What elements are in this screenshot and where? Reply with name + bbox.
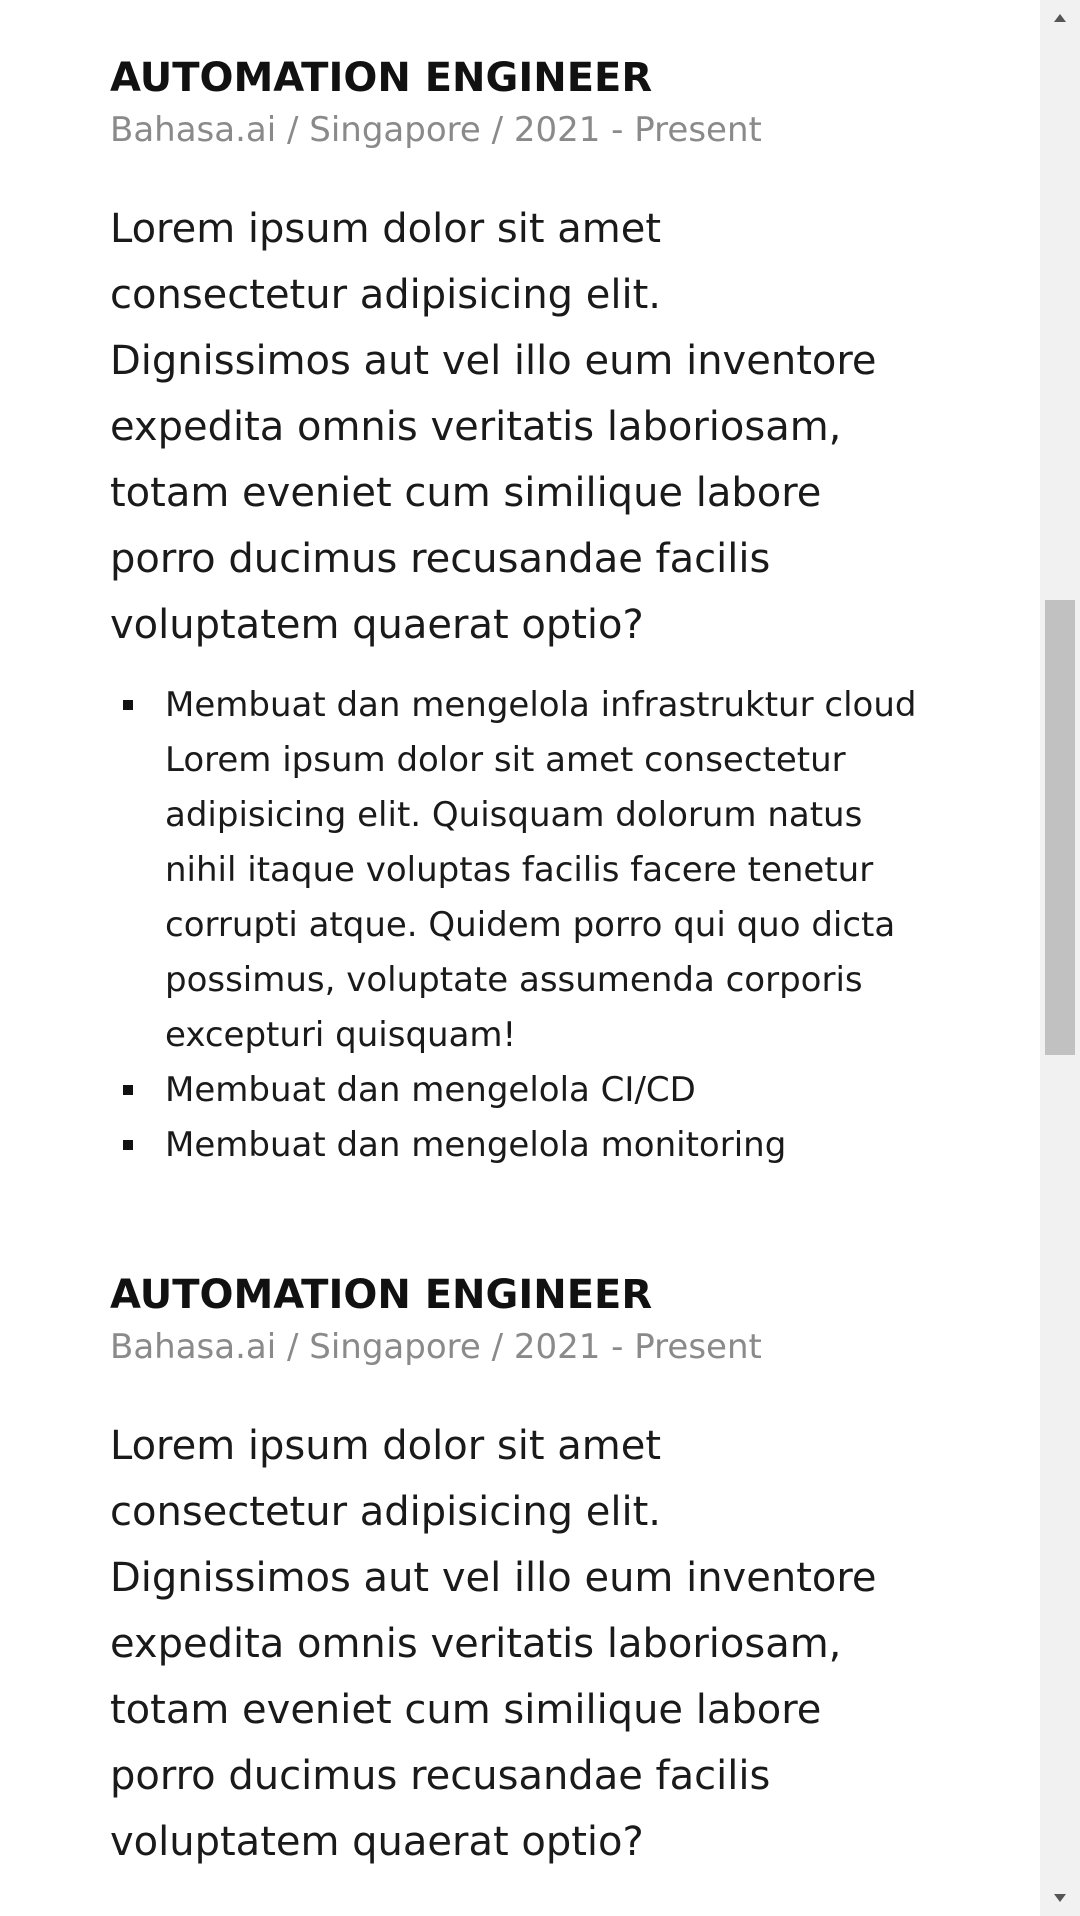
- job-meta: Bahasa.ai / Singapore / 2021 - Present: [110, 110, 762, 150]
- experience-entry: AUTOMATION ENGINEER Bahasa.ai / Singapor…: [110, 1265, 930, 1875]
- job-bullet: Membuat dan mengelola infrastruktur clou…: [123, 678, 930, 1063]
- job-bullet: Membuat dan mengelola CI/CD: [123, 1063, 930, 1118]
- vertical-scrollbar[interactable]: [1040, 0, 1080, 1916]
- job-meta: Bahasa.ai / Singapore / 2021 - Present: [110, 1327, 762, 1367]
- scroll-up-button[interactable]: [1040, 0, 1080, 34]
- triangle-down-icon: [1054, 1894, 1066, 1902]
- job-bullet-text: Membuat dan mengelola CI/CD: [165, 1070, 696, 1110]
- job-bullet-text: Membuat dan mengelola infrastruktur clou…: [165, 685, 917, 1055]
- bullet-dot-icon: [123, 1140, 133, 1150]
- job-bullet-text: Membuat dan mengelola monitoring: [165, 1125, 787, 1165]
- job-bullet: Membuat dan mengelola monitoring: [123, 1118, 930, 1173]
- job-title: AUTOMATION ENGINEER: [110, 1272, 653, 1318]
- scroll-content: AUTOMATION ENGINEER Bahasa.ai / Singapor…: [0, 0, 1040, 1916]
- bullet-dot-icon: [123, 700, 133, 710]
- scrollbar-thumb[interactable]: [1045, 600, 1075, 1055]
- job-title: AUTOMATION ENGINEER: [110, 55, 653, 101]
- bullet-dot-icon: [123, 1085, 133, 1095]
- job-description: Lorem ipsum dolor sit amet consectetur a…: [110, 206, 877, 648]
- job-bullet-list: Membuat dan mengelola infrastruktur clou…: [110, 678, 930, 1173]
- scroll-down-button[interactable]: [1040, 1882, 1080, 1916]
- job-description: Lorem ipsum dolor sit amet consectetur a…: [110, 1423, 877, 1865]
- triangle-up-icon: [1054, 14, 1066, 22]
- experience-entry: AUTOMATION ENGINEER Bahasa.ai / Singapor…: [110, 48, 930, 1173]
